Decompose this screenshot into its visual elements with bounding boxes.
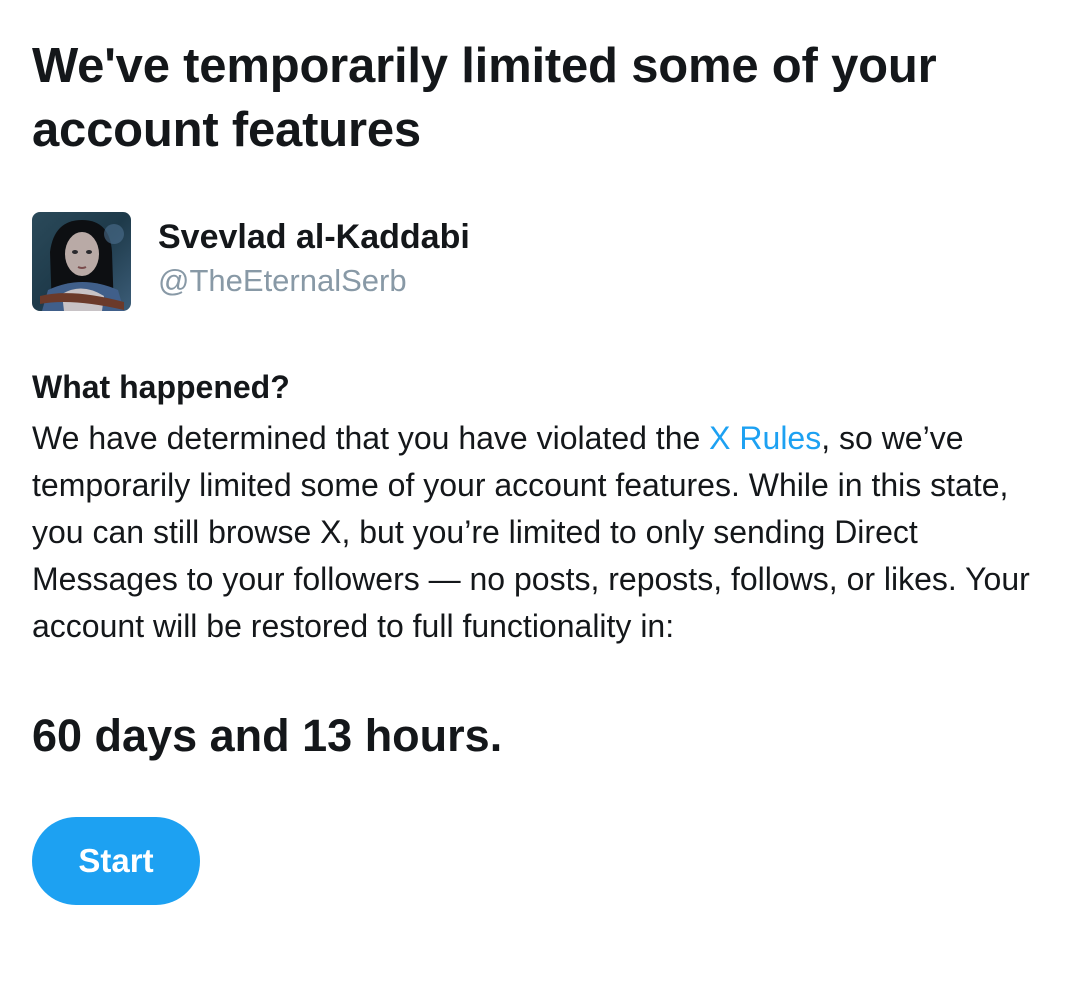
account-card: Svevlad al-Kaddabi @TheEternalSerb bbox=[32, 212, 1052, 311]
restriction-duration: 60 days and 13 hours. bbox=[32, 710, 503, 761]
x-rules-link[interactable]: X Rules bbox=[709, 420, 821, 456]
account-limited-page: We've temporarily limited some of your a… bbox=[0, 0, 1084, 989]
section-heading: What happened? bbox=[32, 369, 290, 405]
display-name: Svevlad al-Kaddabi bbox=[158, 218, 470, 256]
avatar bbox=[32, 212, 131, 311]
account-handle: @TheEternalSerb bbox=[158, 263, 407, 298]
start-button[interactable]: Start bbox=[32, 817, 200, 905]
notice-text-start: We have determined that you have violate… bbox=[32, 420, 710, 456]
avatar-image bbox=[32, 212, 131, 311]
notice-body: We have determined that you have violate… bbox=[32, 415, 1042, 650]
account-names: Svevlad al-Kaddabi @TheEternalSerb bbox=[158, 215, 470, 302]
page-title: We've temporarily limited some of your a… bbox=[32, 39, 937, 157]
